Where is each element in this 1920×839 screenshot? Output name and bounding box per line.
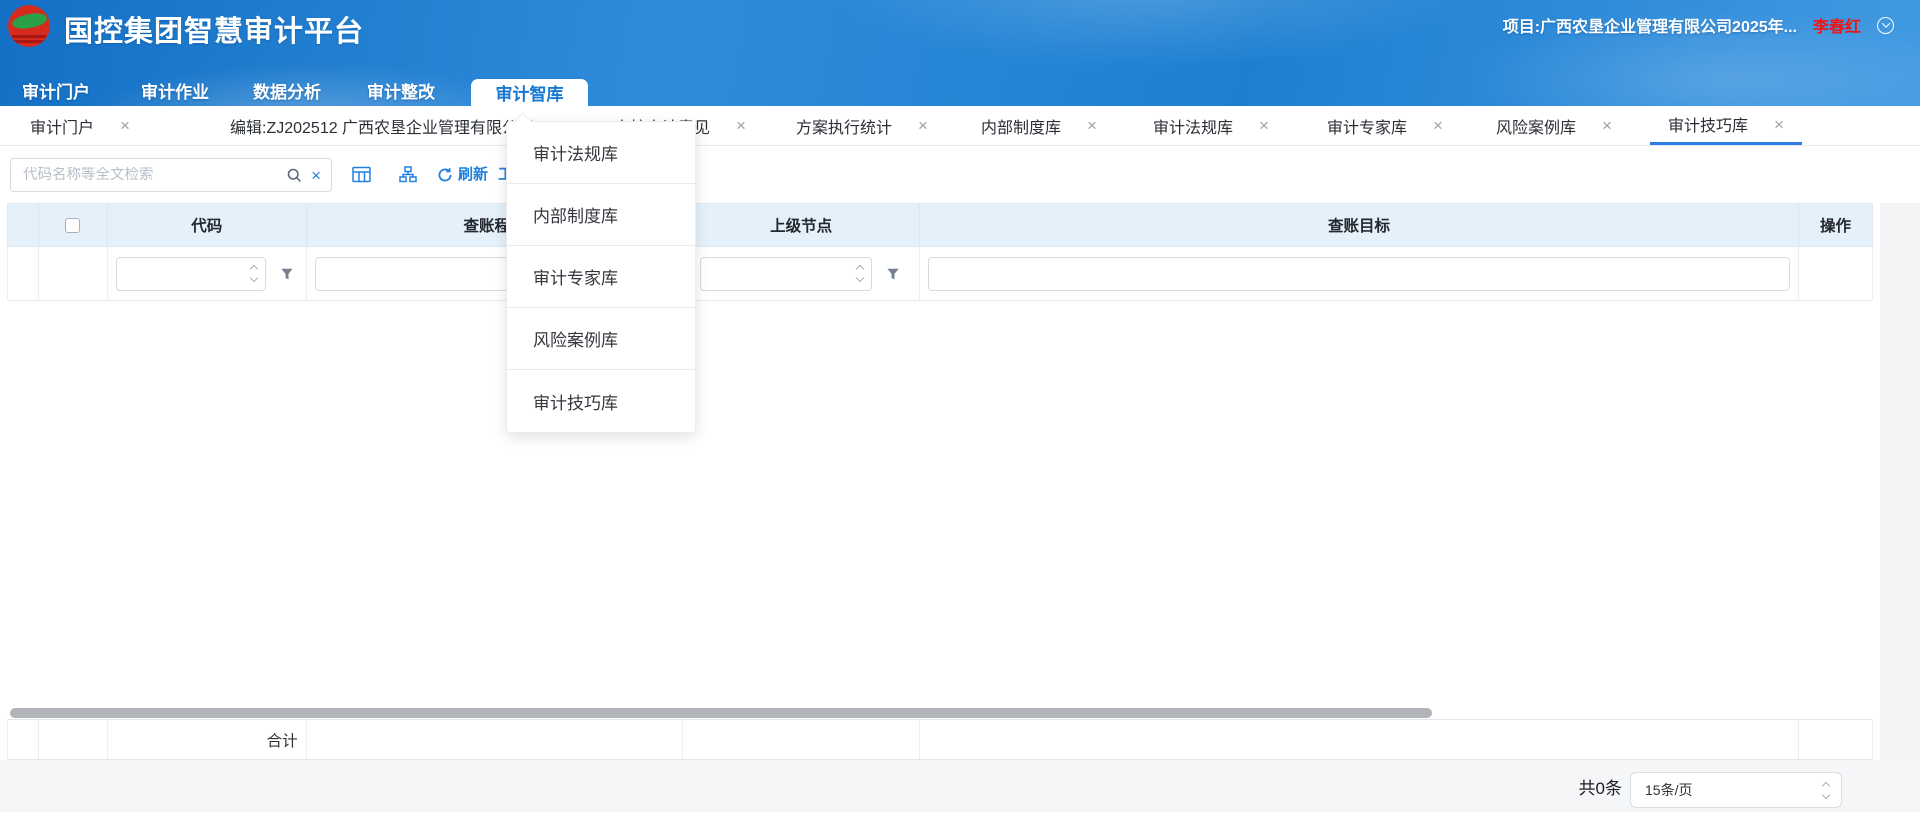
tab-audit-regulations-library[interactable]: 审计法规库 × xyxy=(1153,106,1269,145)
refresh-button[interactable]: 刷新 xyxy=(458,163,488,184)
select-all-header xyxy=(39,204,108,246)
table-header-row: 代码 查账程序 上级节点 查账目标 操作 xyxy=(7,203,1873,247)
search-input[interactable] xyxy=(11,167,287,183)
close-icon[interactable]: × xyxy=(120,117,130,134)
audit-knowledge-dropdown-menu: 审计法规库 内部制度库 审计专家库 风险案例库 审计技巧库 xyxy=(506,121,696,433)
project-label: 项目:广西农垦企业管理有限公司2025年... xyxy=(1503,13,1797,37)
code-filter-select[interactable] xyxy=(116,257,266,291)
user-name[interactable]: 李春红 xyxy=(1813,13,1861,37)
nav-item-audit-knowledge[interactable]: 审计智库 xyxy=(471,79,588,106)
close-icon[interactable]: × xyxy=(918,117,928,134)
col-header-target: 查账目标 xyxy=(920,204,1799,246)
col-header-code: 代码 xyxy=(108,204,307,246)
tab-internal-system-library[interactable]: 内部制度库 × xyxy=(981,106,1097,145)
chevron-down-circle-icon[interactable] xyxy=(1877,17,1894,34)
bottom-spacer xyxy=(0,812,1920,839)
menu-item-audit-regulations-library[interactable]: 审计法规库 xyxy=(507,122,695,184)
clear-search-icon[interactable]: × xyxy=(311,167,321,184)
parent-node-filter-select[interactable] xyxy=(700,257,872,291)
close-icon[interactable]: × xyxy=(736,117,746,134)
app-title: 国控集团智慧审计平台 xyxy=(64,8,364,50)
tab-risk-cases-library[interactable]: 风险案例库 × xyxy=(1496,106,1612,145)
company-logo-icon xyxy=(8,5,50,47)
search-icon[interactable] xyxy=(287,168,302,183)
tab-audit-portal[interactable]: 审计门户 × xyxy=(30,106,130,145)
select-caret-icon xyxy=(251,266,257,281)
scroll-gutter xyxy=(1880,203,1920,760)
fulltext-search-box[interactable]: × xyxy=(10,158,332,192)
page-size-select[interactable]: 15条/页 xyxy=(1630,772,1842,808)
close-icon[interactable]: × xyxy=(1087,117,1097,134)
select-caret-icon xyxy=(1823,783,1829,798)
data-grid: 代码 查账程序 上级节点 查账目标 操作 xyxy=(0,203,1920,760)
table-summary-row: 合计 xyxy=(7,719,1873,760)
document-tabbar: 审计门户 × 编辑:ZJ202512 广西农垦企业管理有限公司20 × 审核审计… xyxy=(0,106,1920,146)
nav-item-audit-portal[interactable]: 审计门户 xyxy=(22,78,90,103)
target-filter-input[interactable] xyxy=(928,257,1790,291)
menu-item-audit-skills-library[interactable]: 审计技巧库 xyxy=(507,370,695,432)
tab-audit-experts-library[interactable]: 审计专家库 × xyxy=(1327,106,1443,145)
col-header-parent: 上级节点 xyxy=(683,204,920,246)
tab-audit-skills-library[interactable]: 审计技巧库 × xyxy=(1650,106,1802,145)
summary-total-label: 合计 xyxy=(108,729,306,751)
app-header: 国控集团智慧审计平台 项目:广西农垦企业管理有限公司2025年... 李春红 审… xyxy=(0,0,1920,106)
tab-plan-execution-stats[interactable]: 方案执行统计 × xyxy=(796,106,928,145)
select-all-checkbox[interactable] xyxy=(65,218,80,233)
menu-item-risk-cases-library[interactable]: 风险案例库 xyxy=(507,308,695,370)
refresh-icon[interactable] xyxy=(437,167,453,183)
total-count-label: 共0条 xyxy=(1579,774,1622,799)
menu-item-audit-experts-library[interactable]: 审计专家库 xyxy=(507,246,695,308)
code-filter-funnel-icon[interactable] xyxy=(280,267,294,281)
toolbar: × 刷新 工具 xyxy=(0,146,1920,203)
close-icon[interactable]: × xyxy=(1602,117,1612,134)
parent-node-filter-funnel-icon[interactable] xyxy=(886,267,900,281)
select-caret-icon xyxy=(857,266,863,281)
nav-item-data-analysis[interactable]: 数据分析 xyxy=(253,78,321,103)
table-filter-row xyxy=(7,247,1873,301)
nav-item-audit-work[interactable]: 审计作业 xyxy=(141,78,209,103)
table-view-icon[interactable] xyxy=(352,166,371,183)
org-chart-view-icon[interactable] xyxy=(399,166,417,183)
close-icon[interactable]: × xyxy=(1259,117,1269,134)
col-header-actions: 操作 xyxy=(1799,204,1872,246)
menu-item-internal-system-library[interactable]: 内部制度库 xyxy=(507,184,695,246)
nav-item-audit-rectification[interactable]: 审计整改 xyxy=(367,78,435,103)
horizontal-scrollbar-thumb[interactable] xyxy=(10,708,1432,718)
close-icon[interactable]: × xyxy=(1774,116,1784,133)
row-index-header xyxy=(8,204,39,246)
pagination-bar: 共0条 15条/页 xyxy=(0,760,1920,812)
close-icon[interactable]: × xyxy=(1433,117,1443,134)
